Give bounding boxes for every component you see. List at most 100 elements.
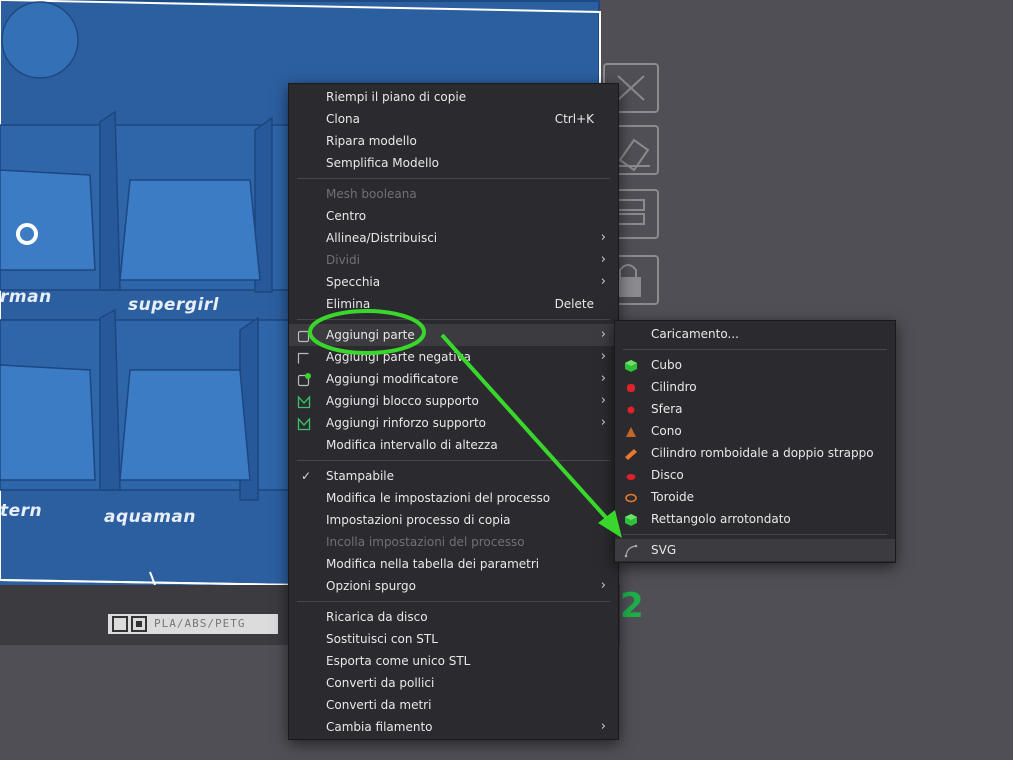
menu-item-label: Sfera	[651, 402, 683, 416]
disc-icon	[624, 468, 638, 482]
cylinder-icon	[624, 380, 638, 394]
menu-item-label: Cilindro romboidale a doppio strappo	[651, 446, 874, 460]
menu-item-label: Riempi il piano di copie	[326, 90, 467, 104]
menu-item-label: Dividi	[326, 253, 360, 267]
menu-item-incolla-impostazioni-del-processo: Incolla impostazioni del processo	[289, 531, 618, 553]
menu-item-label: Opzioni spurgo	[326, 579, 416, 593]
model-label-1: rman	[0, 287, 52, 307]
menu-item-label: Cubo	[651, 358, 682, 372]
menu-item-cono[interactable]: Cono	[615, 420, 895, 442]
menu-item-aggiungi-blocco-supporto[interactable]: Aggiungi blocco supporto ›	[289, 390, 618, 412]
menu-item-label: Aggiungi rinforzo supporto	[326, 416, 486, 430]
chevron-right-icon: ›	[600, 252, 606, 267]
chevron-right-icon: ›	[600, 719, 606, 734]
menu-item-label: Allinea/Distribuisci	[326, 231, 438, 245]
chevron-right-icon: ›	[600, 230, 606, 245]
menu-item-aggiungi-rinforzo-supporto[interactable]: Aggiungi rinforzo supporto ›	[289, 412, 618, 434]
menu-item-ripara-modello[interactable]: Ripara modello	[289, 130, 618, 152]
chevron-right-icon: ›	[600, 393, 606, 408]
menu-item-opzioni-spurgo[interactable]: Opzioni spurgo ›	[289, 575, 618, 597]
menu-item-aggiungi-modificatore[interactable]: Aggiungi modificatore ›	[289, 368, 618, 390]
add-part-submenu: Caricamento... Cubo Cilindro Sfera Cono Cilin…	[614, 320, 896, 563]
menu-item-dividi: Dividi ›	[289, 249, 618, 271]
menu-item-cilindro[interactable]: Cilindro	[615, 376, 895, 398]
menu-item-sostituisci-con-stl[interactable]: Sostituisci con STL	[289, 628, 618, 650]
menu-item-label: Converti da pollici	[326, 676, 435, 690]
menu-item-aggiungi-parte[interactable]: Aggiungi parte ›	[289, 324, 618, 346]
part-icon	[297, 328, 311, 343]
menu-item-modifica-le-impostazioni-del-processo[interactable]: Modifica le impostazioni del processo	[289, 487, 618, 509]
menu-item-label: Converti da metri	[326, 698, 432, 712]
shortcut-text: Ctrl+K	[554, 112, 594, 126]
menu-separator	[623, 349, 887, 350]
menu-item-sfera[interactable]: Sfera	[615, 398, 895, 420]
menu-item-label: Specchia	[326, 275, 381, 289]
menu-item-semplifica-modello[interactable]: Semplifica Modello	[289, 152, 618, 174]
menu-item-label: Stampabile	[326, 469, 395, 483]
shortcut-text: Delete	[554, 297, 594, 311]
menu-item-modifica-nella-tabella-dei-parametri[interactable]: Modifica nella tabella dei parametri	[289, 553, 618, 575]
rounded-rectangle-icon	[624, 512, 638, 526]
menu-item-toroide[interactable]: Toroide	[615, 486, 895, 508]
menu-item-modifica-intervallo-di-altezza[interactable]: Modifica intervallo di altezza	[289, 434, 618, 456]
menu-item-label: Incolla impostazioni del processo	[326, 535, 525, 549]
menu-item-label: SVG	[651, 543, 677, 557]
menu-item-impostazioni-processo-di-copia[interactable]: Impostazioni processo di copia	[289, 509, 618, 531]
menu-item-riempi-il-piano-di-copie[interactable]: Riempi il piano di copie	[289, 86, 618, 108]
menu-item-clona[interactable]: Clona Ctrl+K	[289, 108, 618, 130]
menu-item-centro[interactable]: Centro	[289, 205, 618, 227]
menu-item-ricarica-da-disco[interactable]: Ricarica da disco	[289, 606, 618, 628]
menu-separator	[297, 319, 610, 320]
chevron-right-icon: ›	[600, 327, 606, 342]
menu-item-caricamento[interactable]: Caricamento...	[615, 323, 895, 345]
menu-item-label: Rettangolo arrotondato	[651, 512, 791, 526]
menu-item-label: Esporta come unico STL	[326, 654, 471, 668]
menu-item-label: Elimina	[326, 297, 371, 311]
mouse-cursor-ring	[16, 223, 38, 245]
sphere-icon	[624, 402, 638, 416]
svg-icon	[624, 543, 638, 558]
support-blocker-icon	[297, 394, 311, 409]
model-label-4: aquaman	[104, 507, 197, 527]
menu-item-stampabile[interactable]: ✓ Stampabile	[289, 465, 618, 487]
menu-item-mesh-booleana: Mesh booleana	[289, 183, 618, 205]
chevron-right-icon: ›	[600, 274, 606, 289]
menu-separator	[297, 601, 610, 602]
menu-item-converti-da-metri[interactable]: Converti da metri	[289, 694, 618, 716]
menu-item-label: Aggiungi modificatore	[326, 372, 459, 386]
menu-item-label: Ripara modello	[326, 134, 417, 148]
checkmark-icon: ✓	[301, 469, 312, 483]
model-label-2: supergirl	[128, 295, 220, 315]
plate-number: 2	[620, 586, 644, 626]
chevron-right-icon: ›	[600, 349, 606, 364]
menu-item-cambia-filamento[interactable]: Cambia filamento ›	[289, 716, 618, 738]
menu-item-cilindro-romboidale-a-doppio-strappo[interactable]: Cilindro romboidale a doppio strappo	[615, 442, 895, 464]
support-enforcer-icon	[297, 416, 311, 431]
menu-item-label: Modifica nella tabella dei parametri	[326, 557, 540, 571]
menu-item-label: Aggiungi blocco supporto	[326, 394, 479, 408]
menu-item-label: Toroide	[651, 490, 694, 504]
menu-item-allinea-distribuisci[interactable]: Allinea/Distribuisci ›	[289, 227, 618, 249]
menu-item-specchia[interactable]: Specchia ›	[289, 271, 618, 293]
menu-item-cubo[interactable]: Cubo	[615, 354, 895, 376]
menu-item-converti-da-pollici[interactable]: Converti da pollici	[289, 672, 618, 694]
cube-icon	[624, 358, 638, 372]
torus-icon	[624, 490, 638, 504]
menu-item-label: Cilindro	[651, 380, 697, 394]
menu-item-disco[interactable]: Disco	[615, 464, 895, 486]
menu-item-rettangolo-arrotondato[interactable]: Rettangolo arrotondato	[615, 508, 895, 530]
menu-item-esporta-come-unico-stl[interactable]: Esporta come unico STL	[289, 650, 618, 672]
double-tear-cylinder-icon	[624, 446, 638, 460]
menu-item-label: Disco	[651, 468, 684, 482]
chevron-right-icon: ›	[600, 371, 606, 386]
menu-item-label: Aggiungi parte	[326, 328, 415, 342]
menu-item-label: Clona	[326, 112, 361, 126]
menu-separator	[297, 460, 610, 461]
menu-item-aggiungi-parte-negativa[interactable]: Aggiungi parte negativa ›	[289, 346, 618, 368]
menu-item-label: Mesh booleana	[326, 187, 417, 201]
menu-item-label: Impostazioni processo di copia	[326, 513, 511, 527]
chevron-right-icon: ›	[600, 415, 606, 430]
menu-separator	[623, 534, 887, 535]
menu-item-svg[interactable]: SVG	[615, 539, 895, 561]
menu-item-elimina[interactable]: Elimina Delete	[289, 293, 618, 315]
